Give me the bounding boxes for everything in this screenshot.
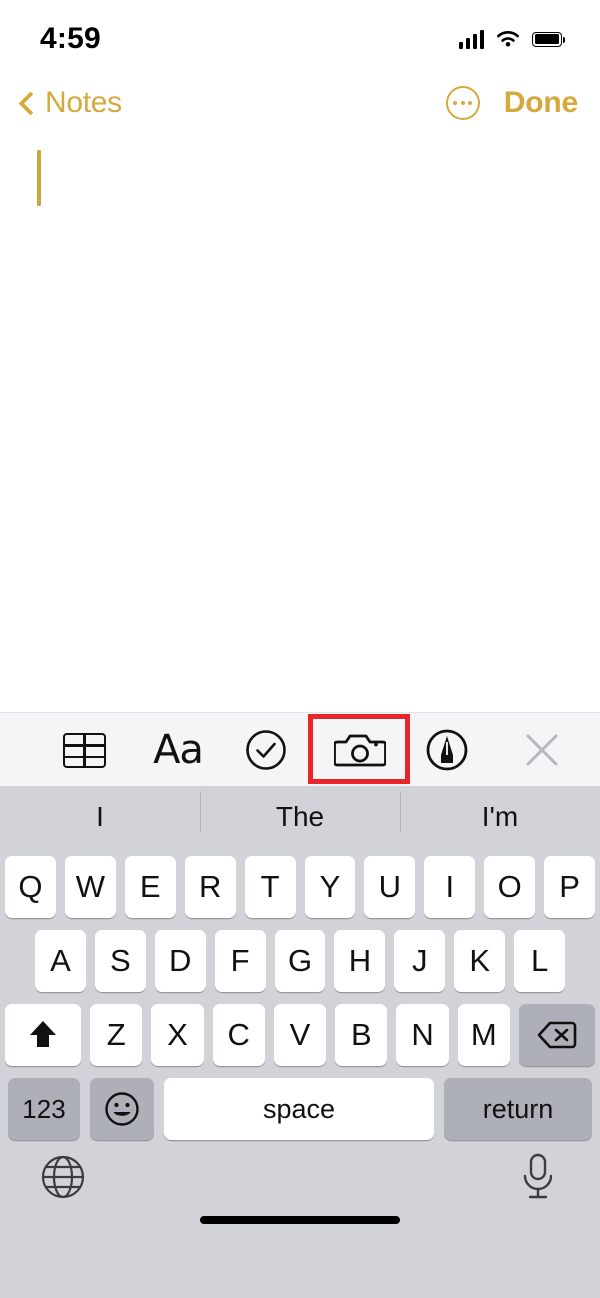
numbers-key[interactable]: 123 [8, 1078, 80, 1140]
key-k[interactable]: K [454, 930, 506, 992]
key-m[interactable]: M [457, 1004, 510, 1066]
checklist-icon[interactable] [244, 730, 288, 770]
status-indicators [458, 29, 566, 49]
key-l[interactable]: L [514, 930, 566, 992]
keyboard: I The I'm Q W E R T Y U I O P A S D F G … [0, 786, 600, 1298]
text-format-icon[interactable]: Aa [150, 729, 206, 771]
prediction-item[interactable]: The [200, 791, 400, 833]
done-button[interactable]: Done [504, 86, 578, 120]
key-p[interactable]: P [544, 856, 596, 918]
keyboard-row-1: Q W E R T Y U I O P [0, 856, 600, 918]
key-e[interactable]: E [124, 856, 176, 918]
key-d[interactable]: D [154, 930, 206, 992]
key-b[interactable]: B [335, 1004, 388, 1066]
text-cursor [37, 150, 41, 206]
key-o[interactable]: O [484, 856, 536, 918]
key-n[interactable]: N [396, 1004, 449, 1066]
chevron-left-icon [18, 90, 43, 116]
delete-backspace-icon[interactable] [518, 1004, 595, 1066]
signal-bars-icon [458, 29, 484, 49]
keyboard-row-4: 123 space return [0, 1078, 600, 1140]
more-options-icon[interactable] [445, 86, 480, 120]
key-f[interactable]: F [214, 930, 266, 992]
wifi-icon [497, 30, 519, 47]
key-w[interactable]: W [64, 856, 116, 918]
emoji-smiley-icon[interactable] [90, 1078, 154, 1140]
key-s[interactable]: S [94, 930, 146, 992]
phone-screen: 4:59 Notes Done Aa I The I'm Q W E R T Y… [0, 0, 600, 1298]
key-z[interactable]: Z [90, 1004, 143, 1066]
camera-icon[interactable] [334, 733, 386, 767]
nav-right-actions: Done [445, 86, 578, 120]
battery-full-icon [532, 31, 566, 47]
predictive-text-bar: I The I'm [0, 786, 600, 848]
key-j[interactable]: J [394, 930, 446, 992]
back-button[interactable]: Notes [16, 86, 122, 120]
navigation-bar: Notes Done [0, 72, 600, 134]
prediction-item[interactable]: I [0, 801, 200, 833]
status-time: 4:59 [40, 22, 101, 55]
shift-icon[interactable] [5, 1004, 82, 1066]
close-icon[interactable] [522, 733, 562, 767]
key-i[interactable]: I [424, 856, 476, 918]
prediction-item[interactable]: I'm [400, 791, 600, 833]
home-indicator [200, 1216, 400, 1224]
keyboard-row-2: A S D F G H J K L [0, 930, 600, 992]
status-bar: 4:59 [0, 0, 600, 72]
key-u[interactable]: U [364, 856, 416, 918]
markup-pen-icon[interactable] [424, 729, 470, 771]
format-toolbar: Aa [0, 712, 600, 786]
back-button-label: Notes [45, 86, 122, 119]
key-a[interactable]: A [35, 930, 86, 992]
table-icon[interactable] [62, 732, 106, 768]
key-r[interactable]: R [184, 856, 236, 918]
microphone-icon[interactable] [518, 1152, 560, 1202]
key-q[interactable]: Q [4, 856, 56, 918]
key-g[interactable]: G [274, 930, 326, 992]
key-y[interactable]: Y [304, 856, 356, 918]
key-v[interactable]: V [273, 1004, 327, 1066]
space-key[interactable]: space [164, 1078, 434, 1140]
keyboard-row-3: Z X C V B N M [0, 1004, 600, 1066]
globe-icon[interactable] [40, 1154, 86, 1200]
return-key[interactable]: return [444, 1078, 592, 1140]
key-h[interactable]: H [334, 930, 386, 992]
note-editor[interactable] [0, 134, 600, 712]
key-c[interactable]: C [212, 1004, 265, 1066]
key-x[interactable]: X [151, 1004, 204, 1066]
key-t[interactable]: T [244, 856, 296, 918]
keyboard-bottom-bar [0, 1140, 600, 1238]
